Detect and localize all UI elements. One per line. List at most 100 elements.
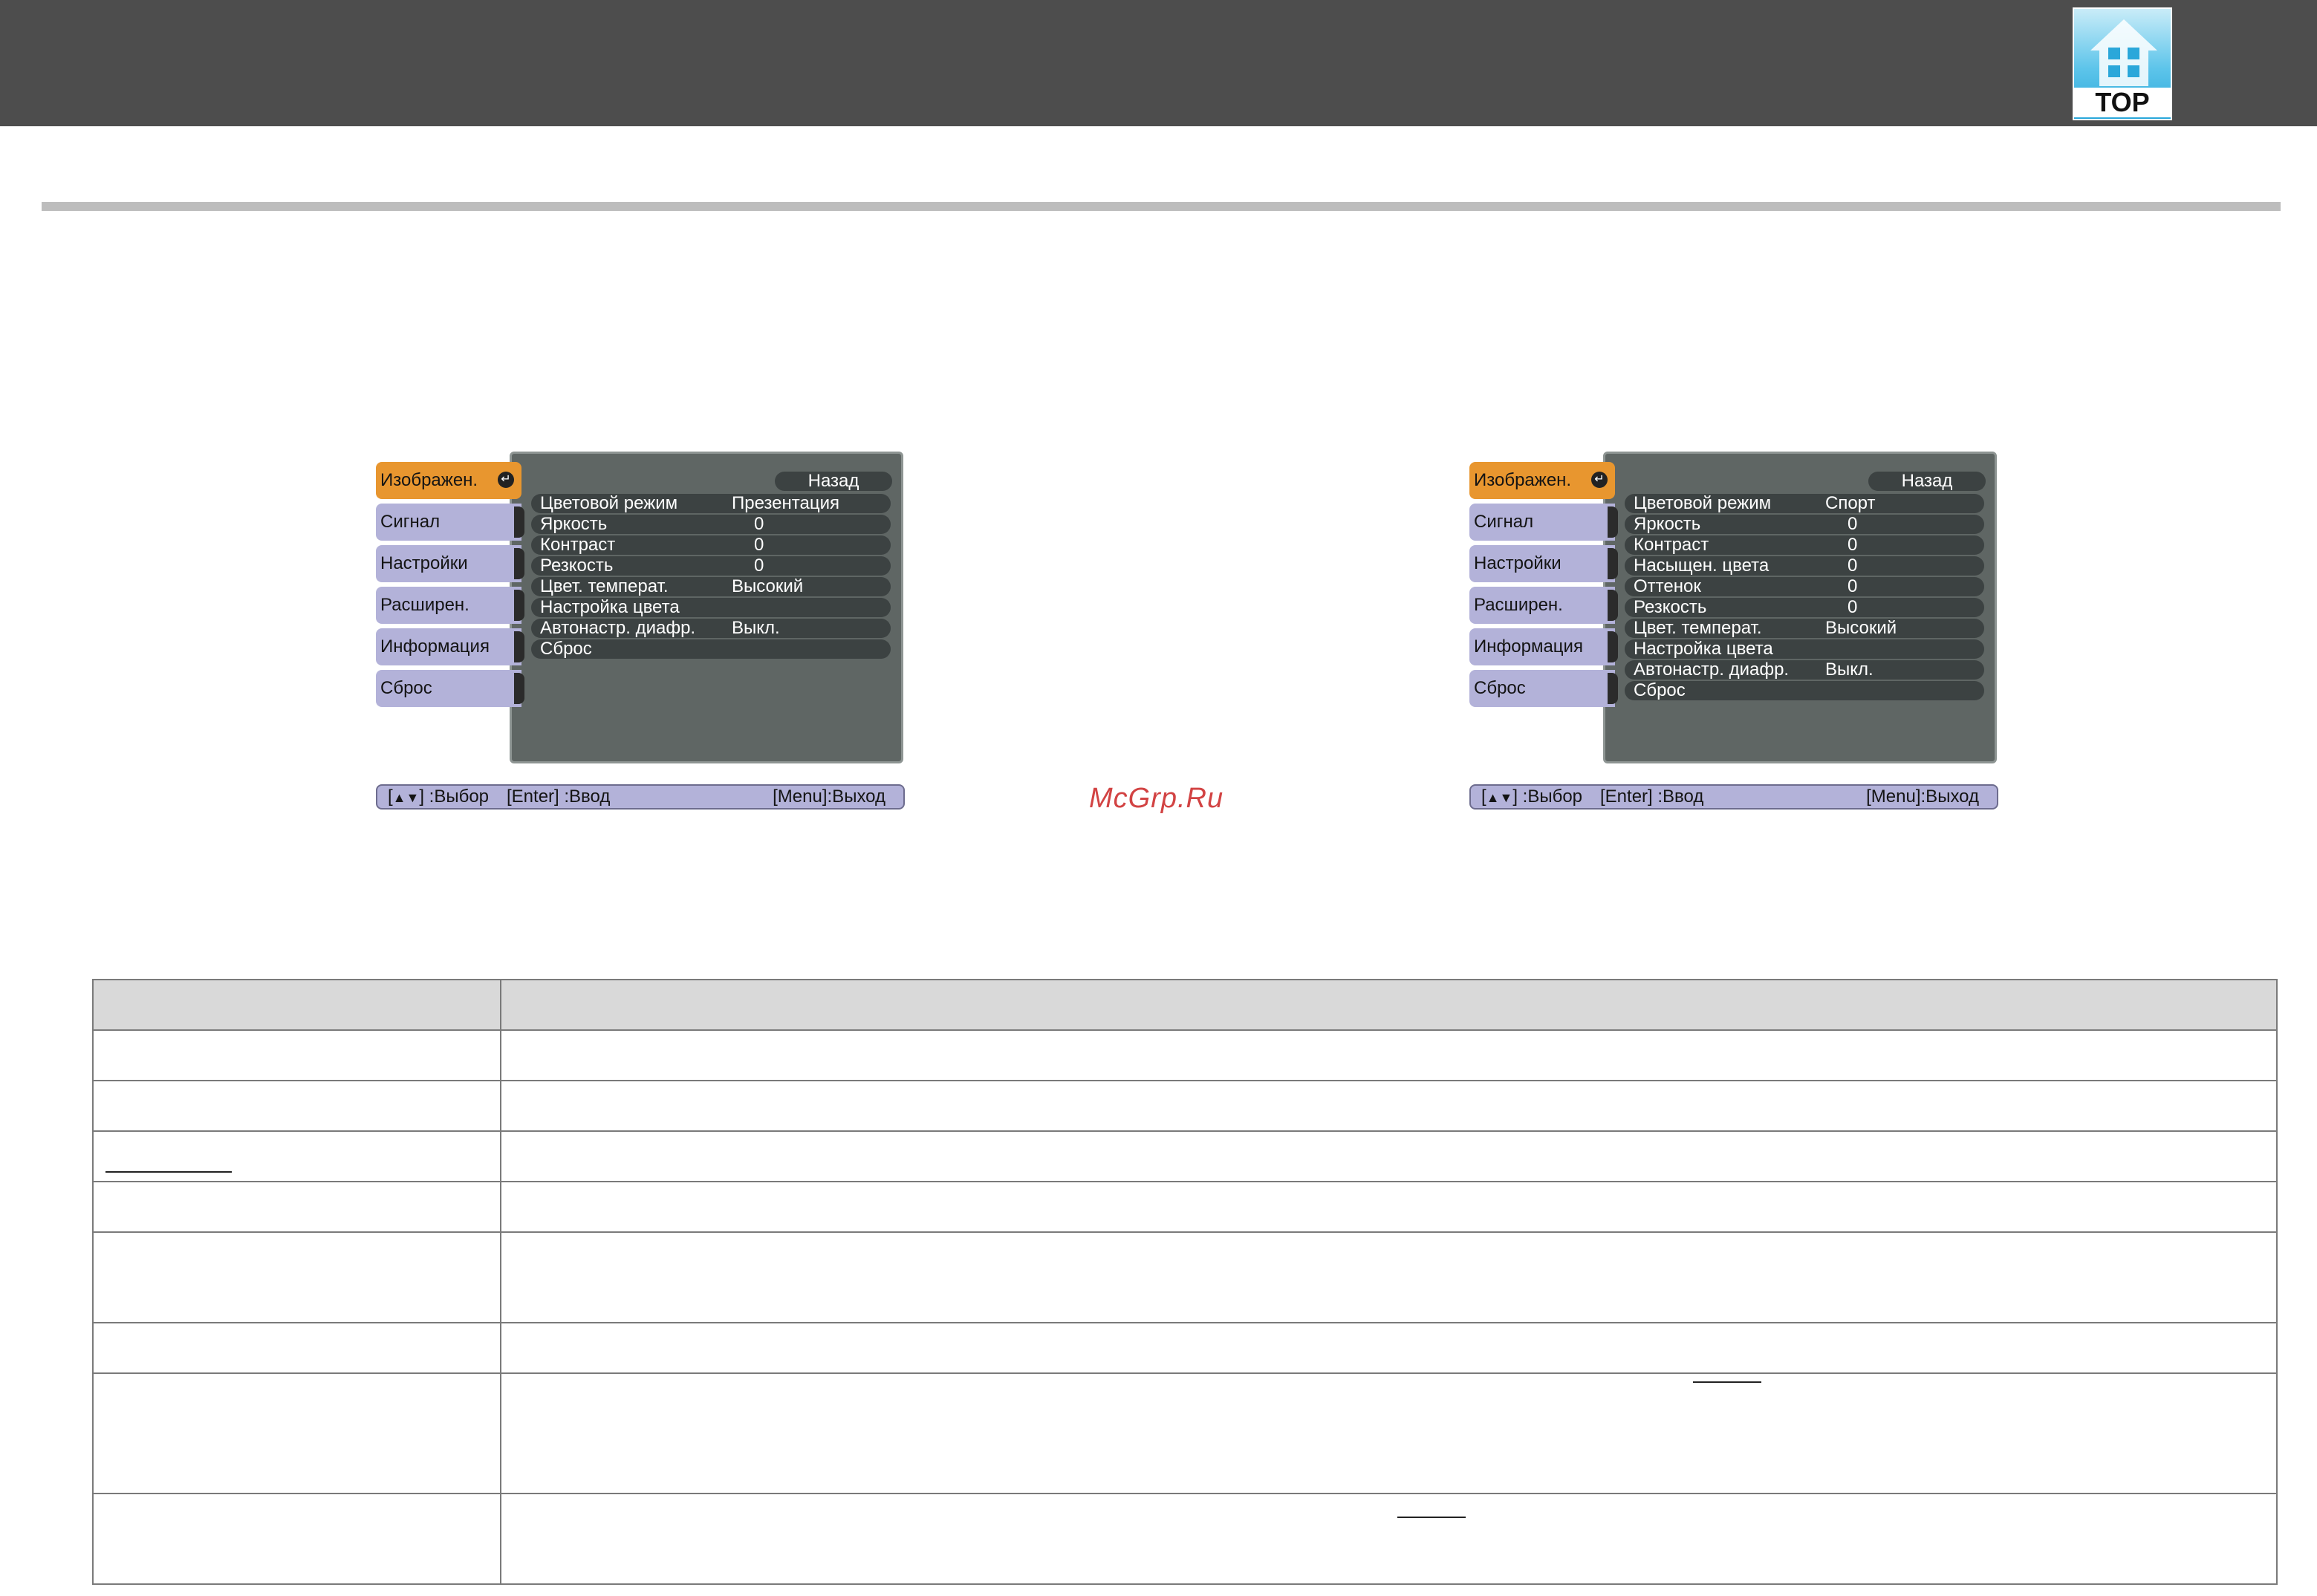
tab-settings[interactable]: Настройки	[376, 545, 524, 582]
menu-row[interactable]: Контраст 0	[1625, 535, 1984, 555]
menu-panel: Назад Цветовой режим Презентация Яркость 0…	[510, 452, 903, 763]
menu-row[interactable]: Яркость 0	[531, 515, 891, 534]
menu-row-label: Цветовой режим	[540, 493, 678, 513]
table-row	[92, 1029, 2278, 1081]
updown-arrow-icon: ▲▼	[392, 790, 420, 805]
table-cell	[92, 1080, 501, 1132]
updown-arrow-icon: ▲▼	[1486, 790, 1513, 805]
menu-row-label: Контраст	[540, 535, 616, 555]
menu-row-label: Цвет. температ.	[540, 576, 669, 596]
top-logo-button[interactable]: TOP	[2073, 7, 2172, 120]
table-cell	[92, 1322, 501, 1374]
menu-row[interactable]: Оттенок 0	[1625, 577, 1984, 596]
menu-row-label: Автонастр. диафр.	[540, 618, 696, 638]
table-row	[92, 1181, 2278, 1233]
table-cell	[92, 1493, 501, 1585]
table-row	[92, 1372, 2278, 1494]
help-nav: [▲▼] :Выбор	[1481, 786, 1583, 807]
menu-row-label: Настройка цвета	[540, 597, 680, 617]
table-row	[92, 1080, 2278, 1132]
menu-row[interactable]: Цветовой режим Презентация	[531, 494, 891, 513]
menu-row[interactable]: Автонастр. диафр. Выкл.	[531, 619, 891, 638]
menu-row[interactable]: Насыщен. цвета 0	[1625, 556, 1984, 576]
menu-row-label: Цвет. температ.	[1634, 618, 1762, 638]
tab-signal[interactable]: Сигнал	[376, 504, 524, 541]
menu-row-label: Яркость	[540, 514, 608, 534]
top-band	[0, 0, 2317, 126]
back-button[interactable]: Назад	[1868, 472, 1986, 491]
settings-table	[92, 979, 2278, 1585]
table-header-cell	[92, 979, 501, 1031]
glossary-link[interactable]	[1693, 1381, 1761, 1383]
menu-row-value: 0	[754, 535, 764, 555]
menu-screenshot-sport: Назад Цветовой режим Спорт Яркость 0 Контр…	[1469, 452, 1998, 811]
menu-row-label: Настройка цвета	[1634, 639, 1773, 659]
table-cell	[500, 1231, 2278, 1323]
help-enter: [Enter] :Ввод	[507, 786, 611, 807]
menu-row[interactable]: Автонастр. диафр. Выкл.	[1625, 660, 1984, 680]
table-cell	[500, 1181, 2278, 1233]
menu-help-bar: [▲▼] :Выбор [Enter] :Ввод [Menu]:Выход	[376, 784, 905, 810]
tab-info[interactable]: Информация	[376, 628, 524, 665]
menu-row-value: Спорт	[1825, 493, 1876, 513]
table-cell	[500, 1372, 2278, 1494]
menu-row[interactable]: Настройка цвета	[531, 598, 891, 617]
table-cell	[92, 1372, 501, 1494]
menu-screenshot-presentation: Назад Цветовой режим Презентация Яркость 0…	[376, 452, 905, 811]
glossary-link[interactable]	[1397, 1517, 1466, 1518]
tab-reset[interactable]: Сброс	[1469, 670, 1618, 707]
help-menu: [Menu]:Выход	[773, 786, 885, 807]
table-row	[92, 1231, 2278, 1323]
menu-row[interactable]: Цветовой режим Спорт	[1625, 494, 1984, 513]
menu-row-label: Автонастр. диафр.	[1634, 659, 1790, 680]
menu-row[interactable]: Сброс	[1625, 681, 1984, 700]
tab-info[interactable]: Информация	[1469, 628, 1618, 665]
help-enter: [Enter] :Ввод	[1600, 786, 1704, 807]
tab-reset[interactable]: Сброс	[376, 670, 524, 707]
tab-signal[interactable]: Сигнал	[1469, 504, 1618, 541]
menu-row-label: Насыщен. цвета	[1634, 556, 1770, 576]
tab-settings[interactable]: Настройки	[1469, 545, 1618, 582]
tab-image[interactable]: Изображен. ↵	[1469, 462, 1615, 499]
menu-row[interactable]: Сброс	[531, 639, 891, 659]
help-nav-label: :Выбор	[1522, 786, 1583, 807]
menu-row-label: Резкость	[1634, 597, 1707, 617]
table-row	[92, 1493, 2278, 1585]
menu-row-value: Презентация	[732, 493, 839, 513]
menu-row[interactable]: Резкость 0	[531, 556, 891, 576]
tab-extended[interactable]: Расширен.	[376, 587, 524, 624]
table-header-row	[92, 979, 2278, 1031]
tab-extended[interactable]: Расширен.	[1469, 587, 1618, 624]
menu-rows: Цветовой режим Спорт Яркость 0 Контраст 0 Н…	[1625, 494, 1984, 702]
menu-row-value: 0	[1848, 597, 1858, 617]
menu-row-label: Сброс	[540, 639, 592, 659]
table-cell	[500, 1493, 2278, 1585]
menu-row[interactable]: Яркость 0	[1625, 515, 1984, 534]
table-cell	[92, 1029, 501, 1081]
tab-label: Изображен.	[380, 470, 478, 490]
menu-row[interactable]: Контраст 0	[531, 535, 891, 555]
menu-row-value: Выкл.	[732, 618, 780, 638]
table-cell	[92, 1130, 501, 1182]
title-rule	[42, 202, 2281, 211]
help-nav-label: :Выбор	[429, 786, 490, 807]
menu-help-bar: [▲▼] :Выбор [Enter] :Ввод [Menu]:Выход	[1469, 784, 1998, 810]
glossary-link[interactable]	[105, 1171, 232, 1173]
enter-icon: ↵	[498, 472, 514, 488]
enter-icon: ↵	[1591, 472, 1608, 488]
table-row	[92, 1322, 2278, 1374]
tab-image[interactable]: Изображен. ↵	[376, 462, 521, 499]
table-cell	[500, 1322, 2278, 1374]
menu-row[interactable]: Цвет. температ. Высокий	[1625, 619, 1984, 638]
menu-row-value: 0	[1848, 514, 1858, 534]
menu-row[interactable]: Цвет. температ. Высокий	[531, 577, 891, 596]
menu-row[interactable]: Резкость 0	[1625, 598, 1984, 617]
back-button[interactable]: Назад	[775, 472, 892, 491]
table-cell	[500, 1080, 2278, 1132]
menu-row-label: Яркость	[1634, 514, 1701, 534]
menu-rows: Цветовой режим Презентация Яркость 0 Контр…	[531, 494, 891, 660]
tab-label: Изображен.	[1474, 470, 1572, 490]
menu-row[interactable]: Настройка цвета	[1625, 639, 1984, 659]
table-cell	[92, 1181, 501, 1233]
menu-row-value: Высокий	[1825, 618, 1897, 638]
